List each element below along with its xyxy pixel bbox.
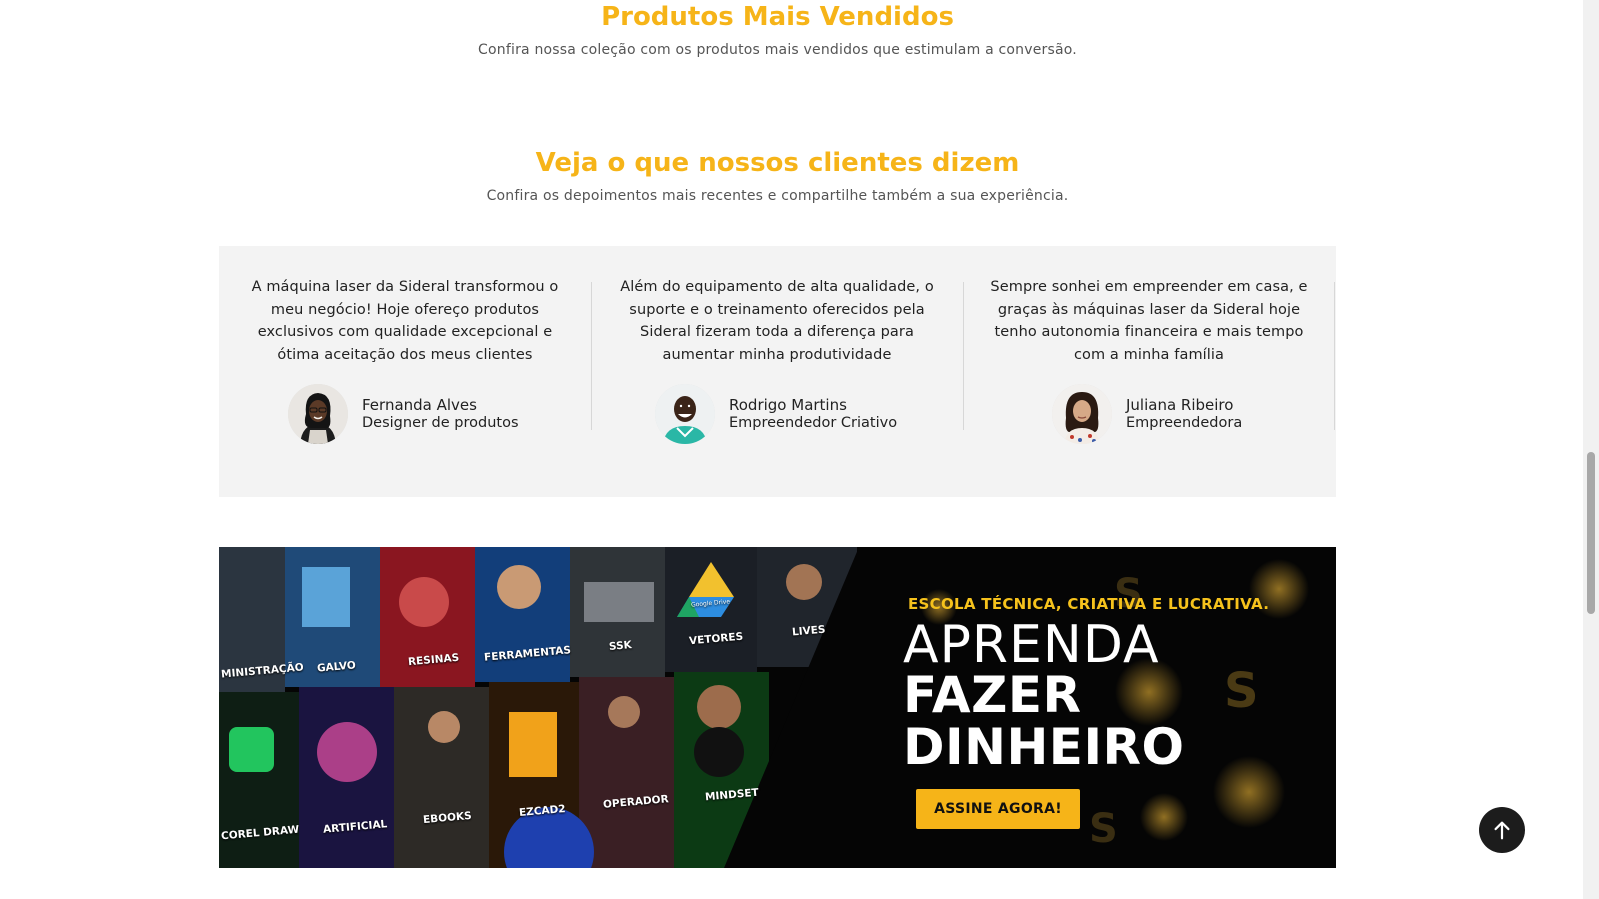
author-name: Juliana Ribeiro xyxy=(1126,396,1234,414)
scrollbar-thumb[interactable] xyxy=(1587,452,1595,614)
banner-eyebrow: ESCOLA TÉCNICA, CRIATIVA E LUCRATIVA. xyxy=(908,595,1270,613)
author-role: Designer de produtos xyxy=(362,415,519,431)
avatar xyxy=(1052,384,1112,444)
testimonial-card: Além do equipamento de alta qualidade, o… xyxy=(591,246,963,497)
testimonial-quote: A máquina laser da Sideral transformou o… xyxy=(251,279,559,363)
best-sellers-subtitle: Confira nossa coleção com os produtos ma… xyxy=(478,42,1077,58)
author-name: Fernanda Alves xyxy=(362,396,477,414)
testimonial-card: A máquina laser da Sideral transformou o… xyxy=(219,246,591,497)
scroll-to-top-button[interactable] xyxy=(1479,807,1525,853)
banner-headline-line-3: DINHEIRO xyxy=(903,718,1185,776)
author-role: Empreendedor Criativo xyxy=(729,415,898,431)
testimonial-quote: Além do equipamento de alta qualidade, o… xyxy=(620,279,934,363)
subscription-banner[interactable]: S S S MINISTRAÇÃO GALVO RESINAS FERRAMEN… xyxy=(219,547,1336,868)
subscribe-now-button[interactable]: ASSINE AGORA! xyxy=(916,789,1080,829)
testimonials-subtitle: Confira os depoimentos mais recentes e c… xyxy=(486,188,1069,204)
testimonial-author: Juliana Ribeiro Empreendedora xyxy=(1052,384,1242,444)
svg-text:S: S xyxy=(1224,663,1259,719)
testimonial-card: Sempre sonhei em empreender em casa, e g… xyxy=(963,246,1335,497)
testimonials-title: Veja o que nossos clientes dizem xyxy=(535,148,1020,178)
svg-text:S: S xyxy=(1089,806,1118,852)
testimonial-quote: Sempre sonhei em empreender em casa, e g… xyxy=(990,279,1308,363)
course-tile-label: SSK xyxy=(608,639,633,653)
author-name: Rodrigo Martins xyxy=(729,396,847,414)
banner-headline-line-1: APRENDA xyxy=(903,615,1160,675)
avatar xyxy=(655,384,715,444)
best-sellers-title: Produtos Mais Vendidos xyxy=(601,2,954,32)
testimonial-author: Fernanda Alves Designer de produtos xyxy=(288,384,519,444)
testimonial-author: Rodrigo Martins Empreendedor Criativo xyxy=(655,384,897,444)
arrow-up-icon xyxy=(1494,821,1510,840)
testimonials-carousel[interactable]: A máquina laser da Sideral transformou o… xyxy=(219,246,1336,497)
banner-headline-line-2: FAZER xyxy=(903,666,1082,724)
avatar xyxy=(288,384,348,444)
author-role: Empreendedora xyxy=(1126,415,1243,431)
page-scrollbar[interactable] xyxy=(1583,0,1599,899)
